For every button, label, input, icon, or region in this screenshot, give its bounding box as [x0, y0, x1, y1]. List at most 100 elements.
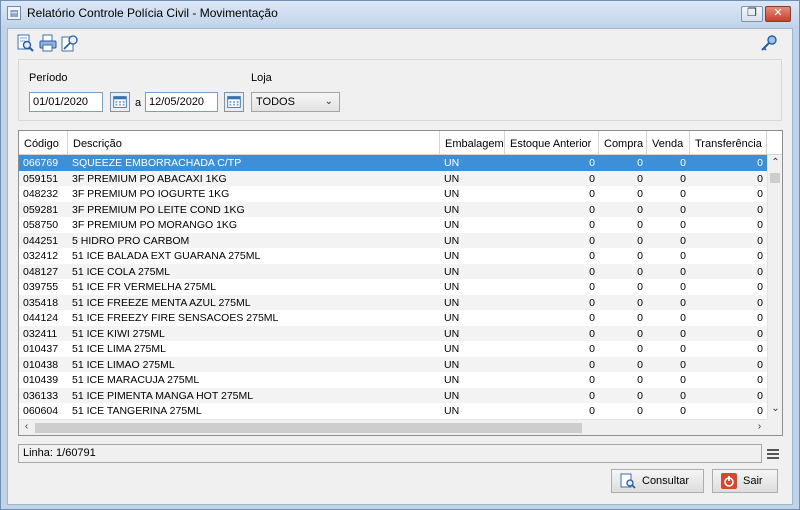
table-row[interactable]: 059281 3F PREMIUM PO LEITE COND 1KG UN 0 0 0 0	[19, 201, 767, 217]
table-body: 066769 SQUEEZE EMBORRACHADA C/TP UN 0 0 0 0 059…	[19, 155, 767, 419]
table-cell: 5 HIDRO PRO CARBOM	[72, 234, 190, 247]
calendar-to-icon[interactable]	[224, 92, 244, 112]
table-cell: UN	[444, 234, 460, 247]
close-button[interactable]: ✕	[765, 6, 791, 22]
table-cell: 0	[757, 358, 763, 371]
vertical-scroll-thumb[interactable]	[770, 173, 780, 183]
loja-select[interactable]: TODOS ⌄	[251, 92, 340, 112]
table-row[interactable]: 048232 3F PREMIUM PO IOGURTE 1KG UN 0 0 0 0	[19, 186, 767, 202]
table-row[interactable]: 036133 51 ICE PIMENTA MANGA HOT 275ML UN 0 0…	[19, 387, 767, 403]
table-row[interactable]: 032412 51 ICE BALADA EXT GUARANA 275ML UN 0…	[19, 248, 767, 264]
table-cell: 0	[589, 296, 595, 309]
table-cell: 0	[589, 234, 595, 247]
consultar-label: Consultar	[642, 475, 690, 487]
table-row[interactable]: 059151 3F PREMIUM PO ABACAXI 1KG UN 0 0 0 0	[19, 170, 767, 186]
scrollbar-corner	[767, 419, 782, 435]
table-cell: 51 ICE LIMAO 275ML	[72, 358, 175, 371]
table-row[interactable]: 044124 51 ICE FREEZY FIRE SENSACOES 275ML…	[19, 310, 767, 326]
table-cell: 059281	[23, 203, 59, 216]
table-cell: 0	[637, 172, 643, 185]
table-cell: 0	[637, 234, 643, 247]
sair-button[interactable]: Sair	[712, 469, 778, 493]
table-row[interactable]: 035418 51 ICE FREEZE MENTA AZUL 275ML UN 0 0…	[19, 294, 767, 310]
table-row[interactable]: 039755 51 ICE FR VERMELHA 275ML UN 0 0 0 0	[19, 279, 767, 295]
table-cell: 0	[680, 265, 686, 278]
table-cell: 0	[757, 389, 763, 402]
horizontal-scrollbar[interactable]: ‹ ›	[19, 419, 767, 435]
table-cell: 0	[637, 374, 643, 386]
horizontal-scroll-thumb[interactable]	[35, 423, 582, 433]
vertical-scrollbar[interactable]: ⌃ ⌄	[767, 155, 782, 419]
loja-select-value: TODOS	[256, 96, 295, 108]
consultar-button[interactable]: Consultar	[611, 469, 704, 493]
column-header[interactable]: Descrição	[68, 131, 440, 155]
table-cell: 0	[589, 358, 595, 371]
status-bar: Linha: 1/60791	[18, 444, 762, 463]
column-header[interactable]: Transferência	[690, 131, 767, 155]
scroll-left-icon[interactable]: ‹	[19, 421, 34, 432]
table-cell: 0	[637, 343, 643, 355]
table-cell: UN	[444, 374, 460, 386]
table-cell: 0	[680, 358, 686, 371]
table-cell: UN	[444, 343, 460, 355]
table-row[interactable]: 010437 51 ICE LIMA 275ML UN 0 0 0 0	[19, 341, 767, 357]
key-icon[interactable]	[760, 34, 778, 52]
calendar-from-icon[interactable]	[110, 92, 130, 112]
table-cell: 0	[680, 405, 686, 417]
table-header: Código Descrição Embalagem Estoque Anter…	[19, 131, 782, 155]
table-row[interactable]: 048127 51 ICE COLA 275ML UN 0 0 0 0	[19, 263, 767, 279]
table-cell: 058750	[23, 219, 59, 231]
date-from-field[interactable]: 01/01/2020	[29, 92, 103, 112]
table-cell: 51 ICE COLA 275ML	[72, 265, 171, 278]
table-cell: UN	[444, 157, 460, 169]
table-cell: 3F PREMIUM PO ABACAXI 1KG	[72, 172, 227, 185]
table-row[interactable]: 010439 51 ICE MARACUJA 275ML UN 0 0 0 0	[19, 372, 767, 388]
table-cell: 0	[757, 343, 763, 355]
column-header[interactable]: Embalagem	[440, 131, 505, 155]
table-row[interactable]: 066769 SQUEEZE EMBORRACHADA C/TP UN 0 0 0 0	[19, 155, 767, 171]
table-cell: 066769	[23, 157, 59, 169]
table-cell: 048127	[23, 265, 59, 278]
column-header[interactable]: Venda	[647, 131, 690, 155]
scroll-up-icon[interactable]: ⌃	[768, 157, 782, 168]
print-icon[interactable]	[39, 34, 57, 52]
table-cell: 0	[637, 312, 643, 324]
table-row[interactable]: 058750 3F PREMIUM PO MORANGO 1KG UN 0 0 0 0	[19, 217, 767, 233]
column-header[interactable]: Compra	[599, 131, 647, 155]
table-row[interactable]: 010438 51 ICE LIMAO 275ML UN 0 0 0 0	[19, 356, 767, 372]
table-cell: 0	[637, 265, 643, 278]
table-cell: 032412	[23, 250, 59, 262]
table-cell: 0	[589, 250, 595, 262]
date-to-field[interactable]: 12/05/2020	[145, 92, 218, 112]
scroll-right-icon[interactable]: ›	[752, 421, 767, 432]
menu-icon[interactable]	[766, 447, 780, 461]
table-cell: 0	[680, 389, 686, 402]
search-report-icon[interactable]	[16, 34, 34, 52]
table-cell: 032411	[23, 327, 58, 340]
table-cell: 0	[757, 203, 763, 216]
loja-label: Loja	[251, 72, 272, 84]
table-cell: 0	[757, 234, 763, 247]
table-cell: 0	[589, 219, 595, 231]
table-row[interactable]: 044251 5 HIDRO PRO CARBOM UN 0 0 0 0	[19, 232, 767, 248]
title-bar[interactable]: ▤ Relatório Controle Polícia Civil - Mov…	[1, 1, 799, 25]
table-cell: 0	[589, 374, 595, 386]
table-row[interactable]: 032411 51 ICE KIWI 275ML UN 0 0 0 0	[19, 325, 767, 341]
scroll-down-icon[interactable]: ⌄	[768, 403, 782, 414]
table-cell: 0	[637, 219, 643, 231]
export-icon[interactable]	[61, 34, 79, 52]
toolbar	[8, 29, 792, 55]
table-cell: 0	[680, 234, 686, 247]
table-row[interactable]: 060604 51 ICE TANGERINA 275ML UN 0 0 0 0	[19, 403, 767, 419]
column-header[interactable]: Estoque Anterior	[505, 131, 599, 155]
table-cell: 0	[680, 157, 686, 169]
table-cell: 0	[680, 172, 686, 185]
restore-button[interactable]: ❐	[741, 6, 763, 22]
table-cell: 0	[589, 389, 595, 402]
table-cell: 51 ICE LIMA 275ML	[72, 343, 166, 355]
table-cell: 51 ICE MARACUJA 275ML	[72, 374, 200, 386]
column-header[interactable]: Código	[19, 131, 68, 155]
table-cell: 0	[757, 250, 763, 262]
table-cell: 0	[680, 219, 686, 231]
table-cell: 0	[589, 157, 595, 169]
